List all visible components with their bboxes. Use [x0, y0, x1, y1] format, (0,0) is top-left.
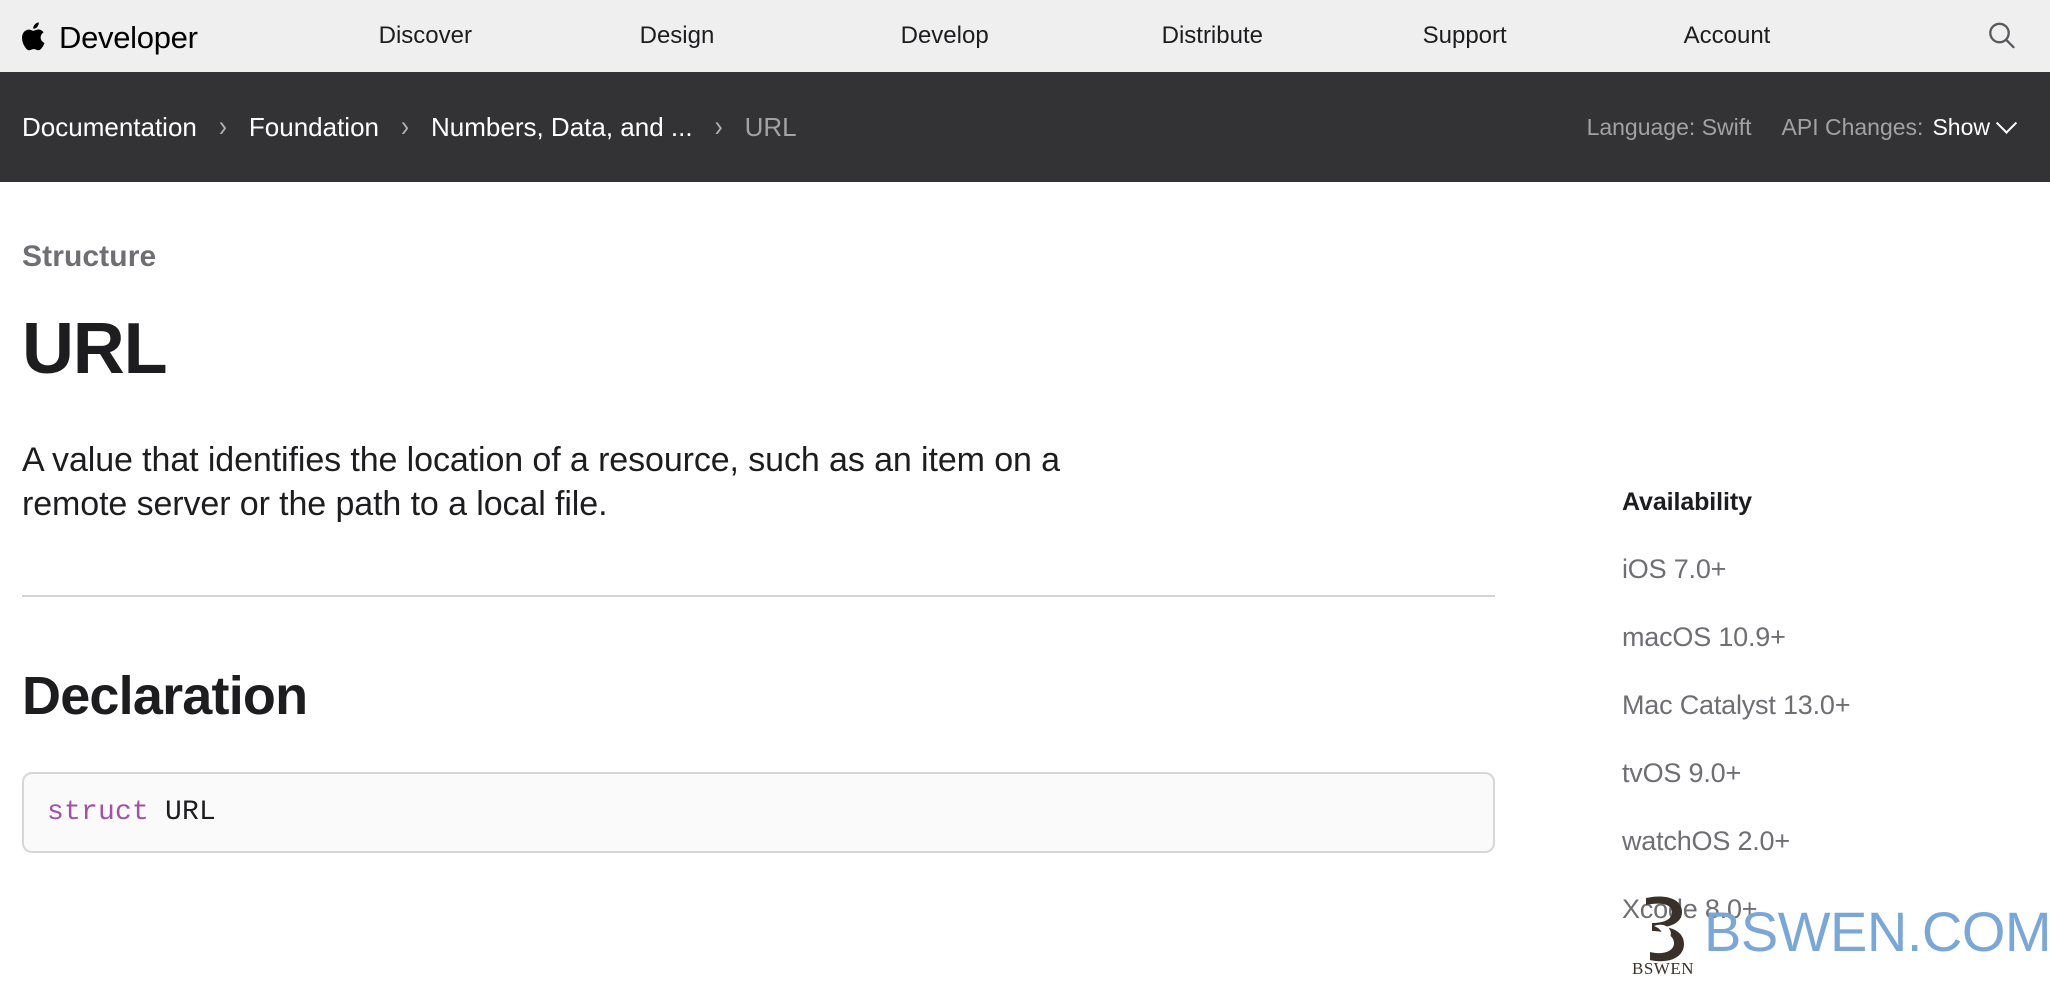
- availability-item-xcode: Xcode 8.0+: [1622, 894, 1758, 924]
- availability-item-mac-catalyst: Mac Catalyst 13.0+: [1622, 690, 1851, 720]
- nav-slot-distribute: Distribute: [1162, 22, 1423, 50]
- availability-panel: Availability iOS 7.0+ macOS 10.9+ Mac Ca…: [1622, 488, 2022, 925]
- code-identifier: URL: [165, 797, 217, 829]
- declaration-code-block: struct URL: [22, 772, 1495, 854]
- nav-link-discover[interactable]: Discover: [379, 22, 472, 49]
- nav-slot-account: Account: [1684, 22, 1945, 50]
- bswen-logo-caption: BSWEN: [1632, 959, 1694, 978]
- declaration-heading: Declaration: [22, 666, 308, 727]
- availability-item-ios: iOS 7.0+: [1622, 554, 1727, 584]
- global-nav-links: Discover Design Develop Distribute Suppo…: [379, 22, 1945, 50]
- language-label: Language:: [1586, 113, 1696, 140]
- apple-developer-brand[interactable]: Developer: [22, 20, 198, 53]
- breadcrumb-separator-icon: ›: [401, 109, 409, 144]
- nav-slot-discover: Discover: [379, 22, 640, 50]
- docbar-controls: Language: Swift API Changes: Show: [1587, 112, 2018, 141]
- code-keyword: struct: [47, 797, 150, 829]
- nav-slot-support: Support: [1423, 22, 1684, 50]
- nav-slot-design: Design: [640, 22, 901, 50]
- brand-label: Developer: [59, 19, 198, 55]
- chevron-down-icon: [1995, 112, 2018, 134]
- search-icon[interactable]: [1985, 19, 2019, 53]
- availability-item-watchos: watchOS 2.0+: [1622, 826, 1790, 856]
- breadcrumb: Documentation › Foundation › Numbers, Da…: [22, 109, 797, 144]
- section-divider: [22, 595, 1495, 598]
- breadcrumb-item-numbers-data-and[interactable]: Numbers, Data, and ...: [431, 112, 693, 143]
- nav-link-distribute[interactable]: Distribute: [1162, 22, 1263, 49]
- main-content: Structure URL A value that identifies th…: [22, 182, 1495, 854]
- language-value: Swift: [1701, 113, 1752, 140]
- page-title: URL: [22, 309, 168, 389]
- breadcrumb-item-foundation[interactable]: Foundation: [249, 112, 379, 143]
- availability-item-tvos: tvOS 9.0+: [1622, 758, 1742, 788]
- page-abstract: A value that identifies the location of …: [22, 440, 1060, 524]
- breadcrumb-separator-icon: ›: [218, 109, 227, 144]
- availability-title: Availability: [1622, 488, 1752, 516]
- nav-link-support[interactable]: Support: [1423, 22, 1507, 49]
- breadcrumb-separator-icon: ›: [714, 109, 723, 144]
- nav-link-develop[interactable]: Develop: [901, 22, 989, 49]
- nav-link-design[interactable]: Design: [640, 22, 715, 49]
- language-selector[interactable]: Language: Swift: [1587, 114, 1752, 141]
- global-nav: Developer Discover Design Develop Distri…: [0, 0, 2050, 72]
- nav-link-account[interactable]: Account: [1684, 22, 1771, 49]
- api-changes-value: Show: [1932, 113, 1990, 140]
- api-changes-selector[interactable]: API Changes: Show: [1781, 112, 2018, 141]
- api-changes-label: API Changes:: [1781, 113, 1924, 140]
- breadcrumb-item-url: URL: [744, 111, 797, 142]
- page-eyebrow: Structure: [22, 240, 157, 273]
- nav-slot-develop: Develop: [901, 22, 1162, 50]
- documentation-breadcrumb-bar: Documentation › Foundation › Numbers, Da…: [0, 72, 2050, 182]
- availability-item-macos: macOS 10.9+: [1622, 622, 1786, 652]
- breadcrumb-item-documentation[interactable]: Documentation: [22, 112, 197, 143]
- apple-logo-icon: [22, 20, 49, 53]
